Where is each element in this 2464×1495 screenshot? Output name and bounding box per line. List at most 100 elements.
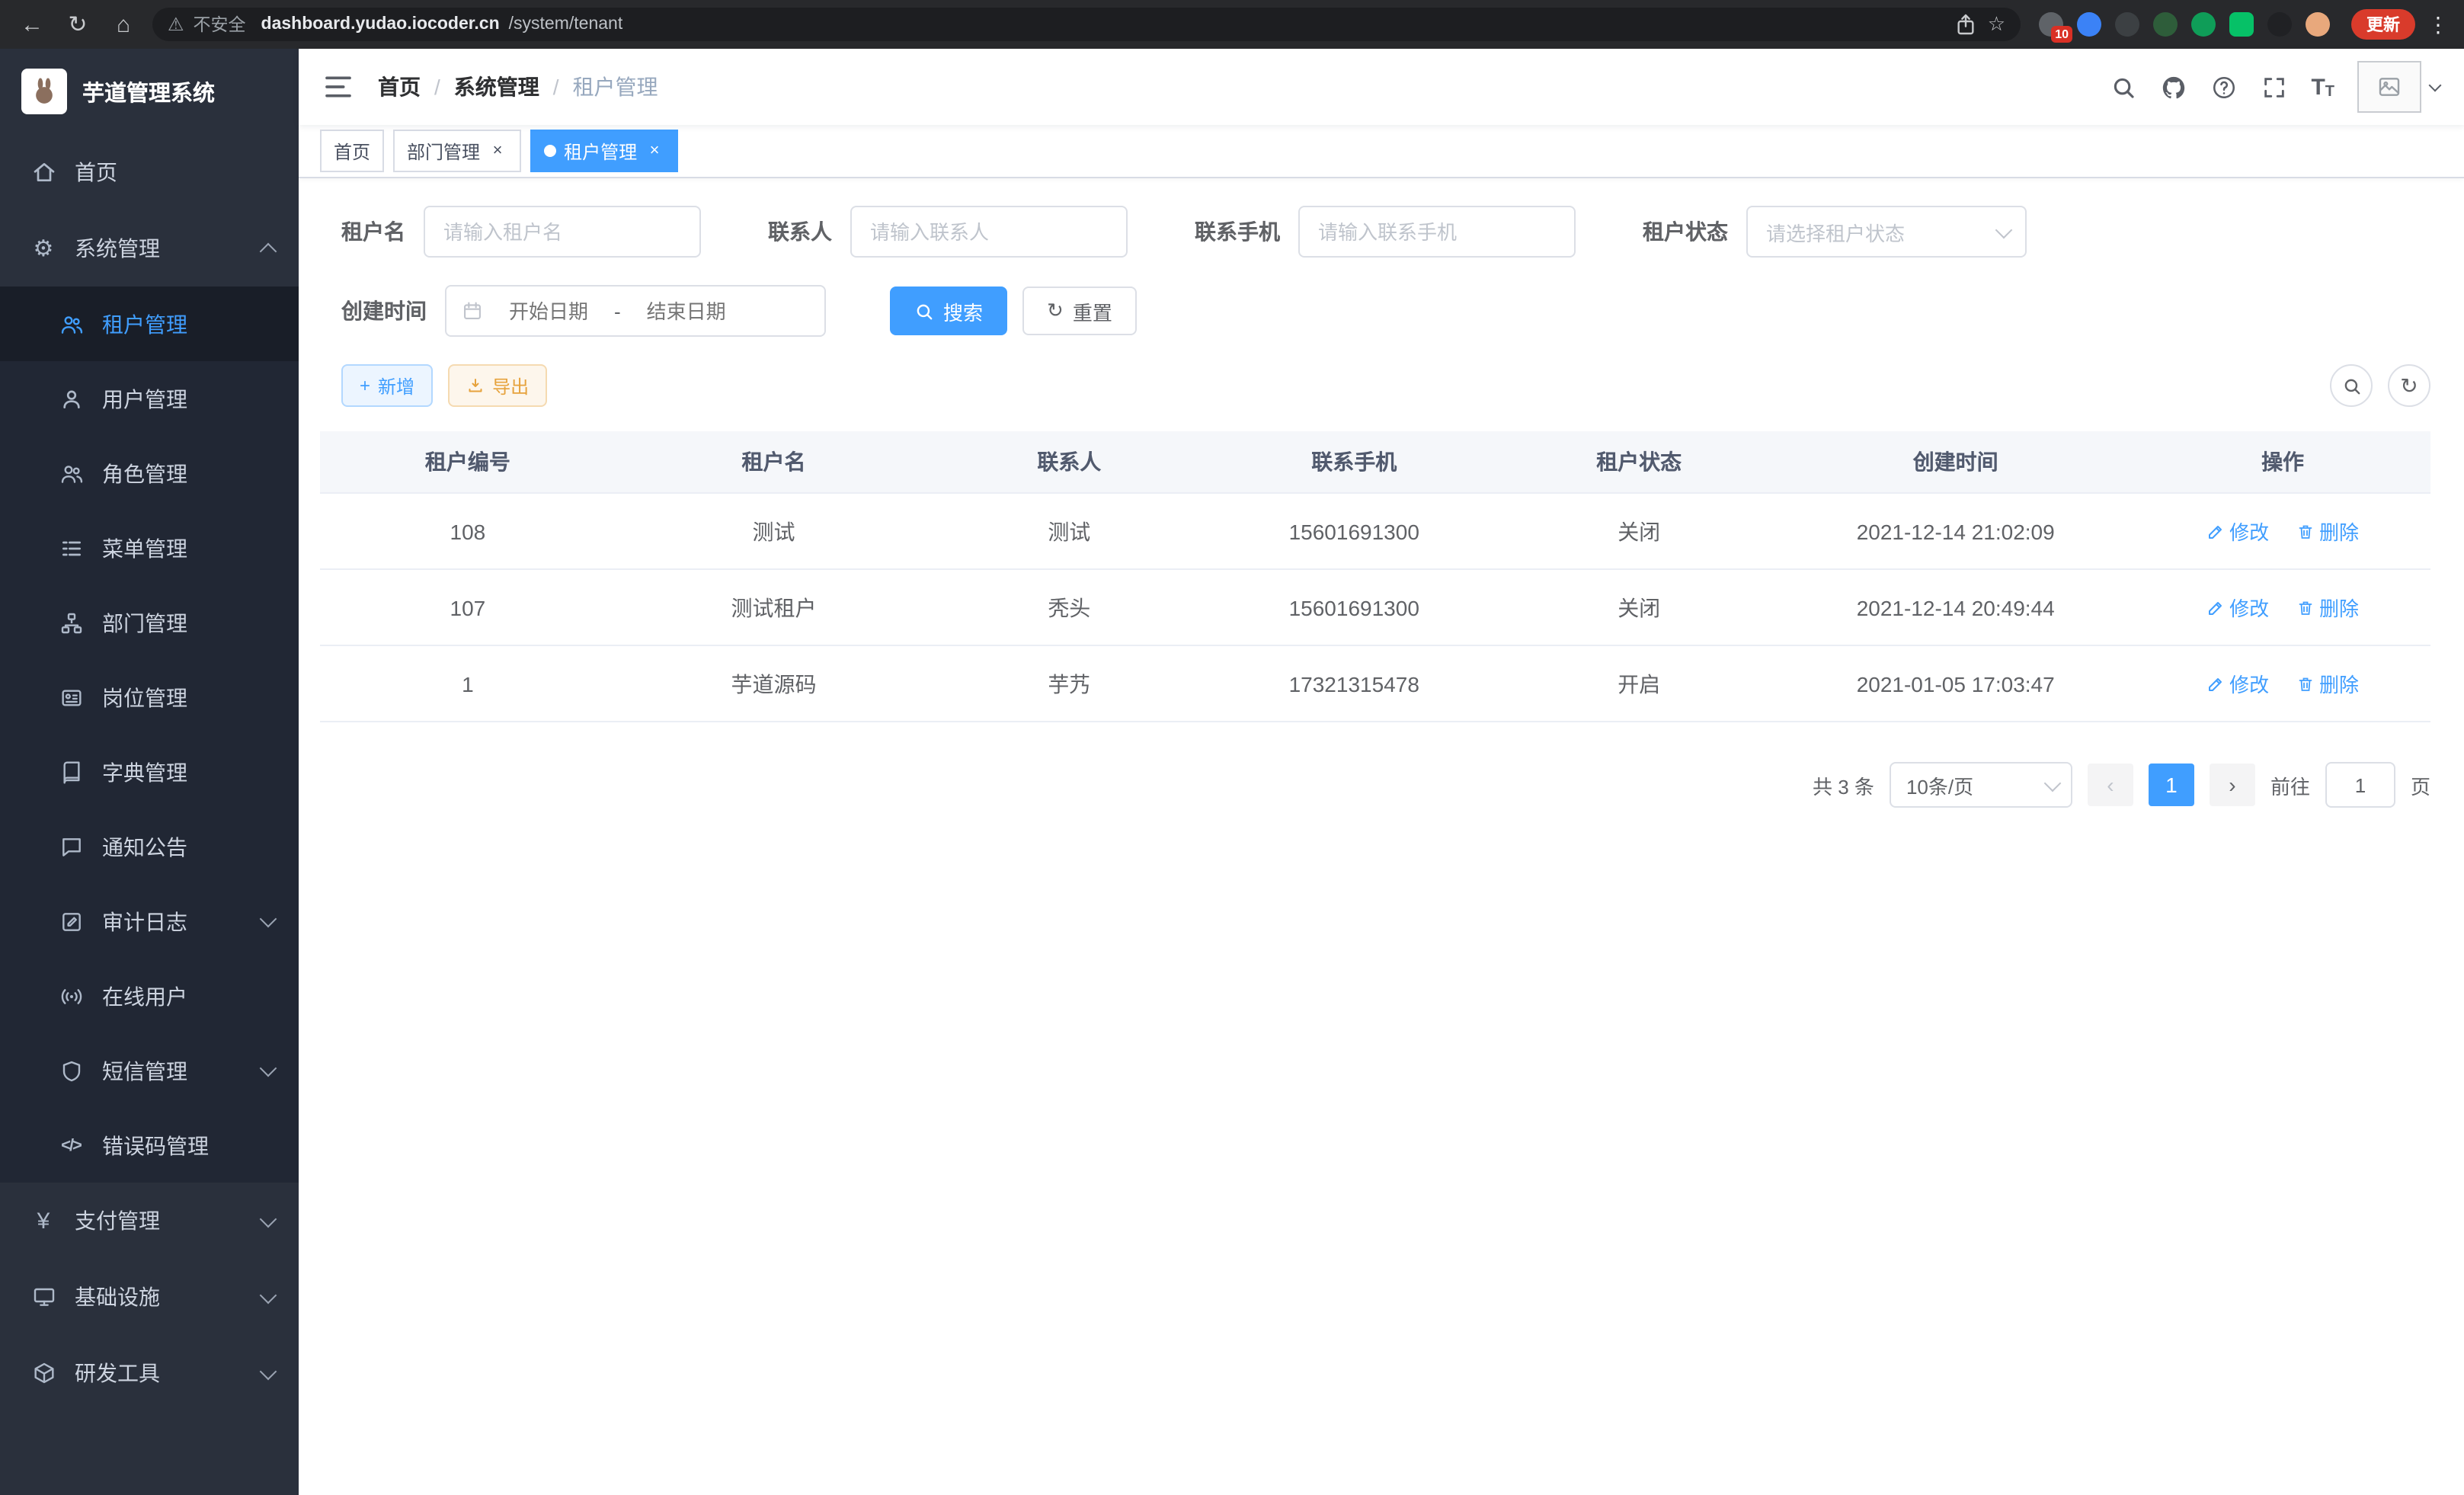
sidebar-item-label: 通知公告 [102,831,187,862]
filter-tenant-name: 租户名 [320,206,701,258]
date-start-input[interactable] [492,299,605,322]
goto-page-input[interactable] [2325,762,2395,808]
sidebar-item-sms[interactable]: 短信管理 [0,1033,299,1108]
sidebar-item-error-code[interactable]: </> 错误码管理 [0,1108,299,1183]
browser-update-button[interactable]: 更新 [2351,9,2415,40]
monitor-icon [30,1285,56,1309]
reset-button[interactable]: ↻ 重置 [1022,287,1137,335]
add-button-label: 新增 [378,373,414,399]
browser-menu-icon[interactable]: ⋮ [2427,11,2449,37]
edit-label: 修改 [2229,593,2269,622]
chevron-down-icon [2044,775,2062,792]
cell-tenant-name: 测试租户 [616,569,933,645]
breadcrumb-home[interactable]: 首页 [378,72,421,102]
sidebar-item-infra[interactable]: 基础设施 [0,1259,299,1335]
bookmark-star-icon[interactable]: ☆ [1988,12,2005,37]
contact-label: 联系人 [768,216,832,247]
tenant-name-input[interactable] [424,206,701,258]
filter-create-time: 创建时间 - [320,285,826,337]
toolbox-icon [30,1361,56,1385]
sidebar-item-menu[interactable]: 菜单管理 [0,511,299,585]
refresh-table-button[interactable]: ↻ [2388,364,2430,407]
url-path: /system/tenant [509,15,623,34]
tab-tenant[interactable]: 租户管理 × [530,130,678,172]
browser-back-icon[interactable]: ← [15,11,49,37]
sidebar-item-role[interactable]: 角色管理 [0,436,299,511]
chevron-down-icon [260,1286,277,1304]
phone-input[interactable] [1298,206,1576,258]
browser-home-icon[interactable]: ⌂ [107,11,140,37]
share-icon[interactable] [1954,12,1979,37]
app-title: 芋道管理系统 [82,75,215,107]
sidebar-item-label: 在线用户 [102,981,187,1011]
sidebar-item-online-users[interactable]: 在线用户 [0,959,299,1033]
date-range-picker[interactable]: - [445,285,826,337]
app-logo[interactable]: 芋道管理系统 [0,49,299,134]
contact-input[interactable] [850,206,1128,258]
tab-close-icon[interactable]: × [488,141,507,161]
extension-icon-6[interactable] [2229,12,2254,37]
sidebar-item-dev-tools[interactable]: 研发工具 [0,1335,299,1411]
edit-link[interactable]: 修改 [2206,517,2269,546]
extension-icon-3[interactable] [2115,12,2139,37]
breadcrumb-system[interactable]: 系统管理 [454,72,539,102]
table-row: 1 芋道源码 芋艿 17321315478 开启 2021-01-05 17:0… [320,645,2430,722]
sidebar-item-dept[interactable]: 部门管理 [0,585,299,660]
delete-label: 删除 [2319,593,2359,622]
column-header: 联系人 [932,431,1206,493]
sidebar-collapse-icon[interactable] [323,72,354,102]
help-icon[interactable] [2210,73,2238,101]
font-size-small: T [2325,83,2334,100]
date-end-input[interactable] [630,299,743,322]
prev-page-button[interactable]: ‹ [2088,764,2133,806]
browser-chrome: ← ↻ ⌂ ⚠ 不安全 dashboard.yudao.iocoder.cn/s… [0,0,2464,49]
sidebar-item-notice[interactable]: 通知公告 [0,809,299,884]
github-icon[interactable] [2160,73,2187,101]
toggle-search-button[interactable] [2330,364,2373,407]
search-button[interactable]: 搜索 [890,287,1007,335]
delete-link[interactable]: 删除 [2296,593,2359,622]
extension-icon-5[interactable] [2191,12,2216,37]
delete-link[interactable]: 删除 [2296,669,2359,698]
page-size-select[interactable]: 10条/页 [1890,762,2072,808]
avatar-broken-image-icon [2357,61,2421,113]
edit-link[interactable]: 修改 [2206,669,2269,698]
sidebar-item-post[interactable]: 岗位管理 [0,660,299,735]
sidebar-item-system[interactable]: ⚙ 系统管理 [0,210,299,287]
tab-close-icon[interactable]: × [645,141,664,161]
trash-icon [2296,674,2315,693]
add-button[interactable]: + 新增 [341,364,433,407]
pencil-icon [2206,522,2225,540]
message-icon [58,834,84,859]
sidebar-item-audit-log[interactable]: 审计日志 [0,884,299,959]
tab-home[interactable]: 首页 [320,130,384,172]
sidebar-item-dict[interactable]: 字典管理 [0,735,299,809]
next-page-button[interactable]: › [2210,764,2255,806]
export-button[interactable]: 导出 [448,364,547,407]
extension-icon-4[interactable] [2153,12,2178,37]
header-search-icon[interactable] [2110,73,2137,101]
cell-contact: 秃头 [932,569,1206,645]
user-avatar-menu[interactable] [2357,61,2440,113]
browser-reload-icon[interactable]: ↻ [61,11,94,38]
sidebar-item-user[interactable]: 用户管理 [0,361,299,436]
edit-link[interactable]: 修改 [2206,593,2269,622]
extension-icon-8[interactable] [2306,12,2330,37]
sidebar-item-tenant[interactable]: 租户管理 [0,287,299,361]
delete-link[interactable]: 删除 [2296,517,2359,546]
status-select[interactable]: 请选择租户状态 [1746,206,2027,258]
extension-icon-1[interactable]: 10 [2039,12,2063,37]
font-size-icon[interactable]: TT [2311,74,2334,100]
sidebar-item-payment[interactable]: ¥ 支付管理 [0,1183,299,1259]
tab-label: 首页 [334,138,370,164]
extension-icon-7[interactable] [2267,12,2292,37]
sidebar-item-home[interactable]: 首页 [0,134,299,210]
extension-icon-2[interactable] [2077,12,2101,37]
tab-dept[interactable]: 部门管理 × [393,130,521,172]
page-number-button[interactable]: 1 [2149,764,2194,806]
sidebar-item-label: 租户管理 [102,309,187,339]
fullscreen-icon[interactable] [2261,73,2288,101]
app-logo-image [21,69,67,114]
download-icon [466,376,485,395]
address-bar[interactable]: ⚠ 不安全 dashboard.yudao.iocoder.cn/system/… [152,8,2021,41]
